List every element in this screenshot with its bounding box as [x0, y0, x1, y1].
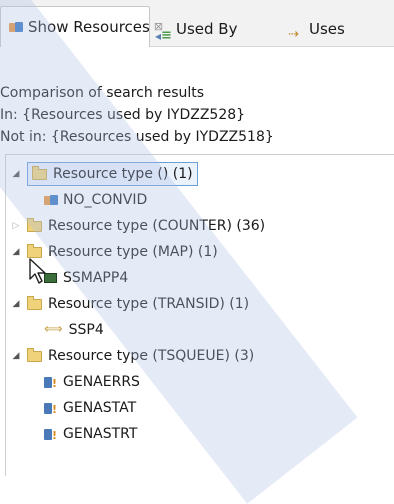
folder-icon [27, 347, 42, 362]
tree-node-label: Resource type (TRANSID) (1) [48, 296, 250, 312]
tree-leaf-genaerrs[interactable]: GENAERRS [44, 369, 140, 397]
summary-title: Comparison of search results [0, 85, 205, 101]
mouse-pointer-icon [29, 258, 46, 284]
folder-icon [27, 217, 42, 232]
comparison-summary: Comparison of search results In: {Resour… [0, 82, 274, 148]
tree-leaf-label: GENASTAT [63, 400, 137, 416]
uses-icon [288, 18, 304, 52]
tab-uses[interactable]: Uses [288, 12, 345, 52]
tree-node-label: Resource type (COUNTER) (36) [48, 218, 266, 234]
tree-leaf-label: SSMAPP4 [63, 270, 129, 286]
resource-icon [44, 194, 58, 206]
transaction-icon: ⟺ [44, 322, 63, 337]
folder-icon [27, 243, 42, 258]
tree-node-label: Resource type (TSQUEUE) (3) [48, 348, 255, 364]
folder-icon [27, 295, 42, 310]
tree-node-resource-type-counter[interactable]: ▷ Resource type (COUNTER) (36) [9, 213, 265, 239]
expand-toggle-icon[interactable]: ◢ [9, 167, 23, 181]
queue-icon [44, 397, 57, 423]
resource-tree: ◢ Resource type () (1) NO_CONVID ▷ Resou… [5, 154, 394, 476]
tab-label: Uses [309, 20, 345, 38]
used-by-icon [155, 19, 172, 53]
summary-in: In: {Resources used by IYDZZ528} [0, 107, 246, 123]
tree-node-resource-type-tsqueue[interactable]: ◢ Resource type (TSQUEUE) (3) [9, 343, 254, 369]
summary-not-in: Not in: {Resources used by IYDZZ518} [0, 129, 274, 145]
queue-icon [44, 423, 57, 449]
selected-node-box[interactable]: Resource type () (1) [27, 162, 198, 186]
tree-leaf-ssp4[interactable]: ⟺ SSP4 [44, 317, 104, 343]
expand-toggle-icon[interactable]: ◢ [9, 245, 23, 259]
tree-leaf-label: SSP4 [68, 322, 104, 338]
tab-show-resources[interactable]: Show Resources ⊠ [0, 6, 163, 47]
tree-leaf-no-convid[interactable]: NO_CONVID [44, 187, 147, 213]
tab-label: Show Resources [28, 18, 150, 36]
expand-toggle-icon[interactable]: ◢ [9, 349, 23, 363]
view-tab-bar: Show Resources ⊠ Used By Uses [0, 0, 394, 53]
tree-leaf-genastrt[interactable]: GENASTRT [44, 421, 138, 449]
tab-used-by[interactable]: Used By [155, 12, 238, 53]
tree-leaf-genastat[interactable]: GENASTAT [44, 395, 137, 423]
queue-icon [44, 371, 57, 397]
tree-leaf-label: GENAERRS [63, 374, 140, 390]
folder-icon [32, 165, 47, 180]
resources-icon [9, 21, 23, 33]
expand-toggle-icon[interactable]: ▷ [9, 219, 23, 233]
expand-toggle-icon[interactable]: ◢ [9, 297, 23, 311]
tree-leaf-label: NO_CONVID [63, 192, 148, 208]
tree-node-resource-type-transid[interactable]: ◢ Resource type (TRANSID) (1) [9, 291, 249, 317]
tree-leaf-ssmapp4[interactable]: SSMAPP4 [44, 265, 128, 291]
tree-leaf-label: GENASTRT [63, 426, 138, 442]
tree-node-label: Resource type (MAP) (1) [48, 244, 218, 260]
tree-node-resource-type-empty[interactable]: ◢ Resource type () (1) [9, 161, 198, 187]
tree-node-label: Resource type () (1) [53, 166, 193, 182]
tab-label: Used By [176, 20, 238, 38]
